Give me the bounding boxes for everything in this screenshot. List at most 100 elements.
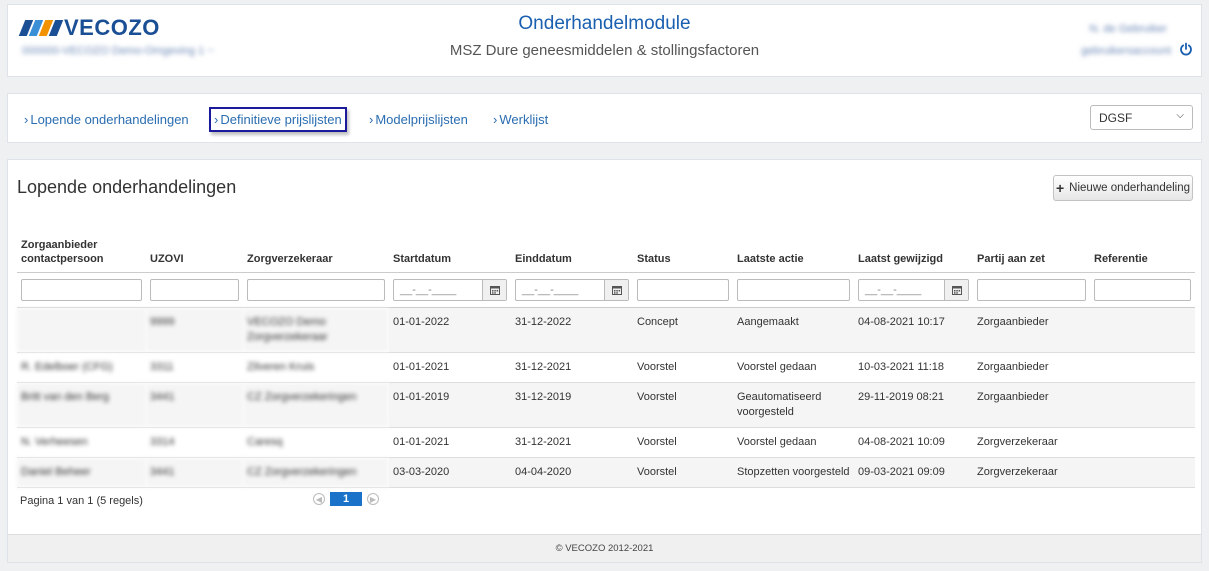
cell-einddatum: 31-12-2021 [511,352,633,383]
filter-einddatum-input[interactable]: __-__-____ [515,278,629,301]
cell-startdatum: 03-03-2020 [389,457,511,488]
filter-row: __-__-____ __-__-____ __-__-____ [17,272,1195,308]
table-row[interactable]: Daniel Beheer 3441 CZ Zorgverzekeringen … [17,457,1195,488]
chevron-right-icon: › [214,112,219,127]
cell-contactpersoon: Britt van den Berg [17,382,146,428]
col-header-einddatum[interactable]: Einddatum [511,230,633,273]
cell-zorgverzekeraar: Caresq [243,427,389,458]
cell-einddatum: 31-12-2019 [511,382,633,428]
cell-startdatum: 01-01-2021 [389,352,511,383]
col-header-partij-aan-zet[interactable]: Partij aan zet [973,230,1090,273]
cell-uzovi: 3441 [146,457,243,488]
col-header-status[interactable]: Status [633,230,733,273]
filter-zorgverzekeraar-input[interactable] [247,278,385,301]
col-header-contactpersoon[interactable]: Zorgaanbieder contactpersoon [17,230,146,273]
cell-uzovi: 9999 [146,307,243,353]
filter-laatst-gewijzigd-input[interactable]: __-__-____ [858,278,969,301]
cell-referentie [1090,352,1195,383]
cell-laatste-actie: Geautomatiseerd voorgesteld [733,382,854,428]
filter-laatste-actie-input[interactable] [737,278,850,301]
filter-startdatum-input[interactable]: __-__-____ [393,278,507,301]
filter-partij-input[interactable] [977,278,1086,301]
pagination: ◀ 1 ▶ [313,492,379,506]
cell-contactpersoon: R. Edelboer (CFG) [17,352,146,383]
cell-laatst-gewijzigd: 04-08-2021 10:17 [854,307,973,353]
new-negotiation-button[interactable]: + Nieuwe onderhandeling [1053,175,1193,201]
cell-status: Voorstel [633,457,733,488]
cell-laatst-gewijzigd: 04-08-2021 10:09 [854,427,973,458]
nav-werklijst[interactable]: › Werklijst [493,112,548,127]
col-header-laatst-gewijzigd[interactable]: Laatst gewijzigd [854,230,973,273]
filter-uzovi-input[interactable] [150,278,239,301]
cell-partij-aan-zet: Zorgaanbieder [973,307,1090,353]
footer: © VECOZO 2012-2021 [8,534,1201,562]
filter-referentie-input[interactable] [1094,278,1191,301]
calendar-icon[interactable] [604,279,628,300]
col-header-uzovi[interactable]: UZOVI [146,230,243,273]
table-row[interactable]: N. Verheesen 3314 Caresq 01-01-2021 31-1… [17,427,1195,458]
cell-uzovi: 3314 [146,427,243,458]
table-row[interactable]: 9999 VECOZO Demo Zorgverzekeraar 01-01-2… [17,307,1195,353]
chevron-right-icon: › [369,112,374,127]
col-header-referentie[interactable]: Referentie [1090,230,1195,273]
calendar-icon[interactable] [944,279,968,300]
cell-laatst-gewijzigd: 10-03-2021 11:18 [854,352,973,383]
previous-page-icon[interactable]: ◀ [313,493,325,505]
table-row[interactable]: R. Edelboer (CFG) 3311 Zilveren Kruis 01… [17,352,1195,383]
table-row[interactable]: Britt van den Berg 3441 CZ Zorgverzekeri… [17,382,1195,428]
cell-laatste-actie: Aangemaakt [733,307,854,353]
user-account: gebruikersaccount [1081,45,1171,57]
col-header-startdatum[interactable]: Startdatum [389,230,511,273]
page-title: Onderhandelmodule [518,13,691,34]
main-panel: Lopende onderhandelingen + Nieuwe onderh… [7,159,1202,563]
plus-icon: + [1055,180,1065,196]
cell-zorgverzekeraar: CZ Zorgverzekeringen [243,382,389,428]
section-title: Lopende onderhandelingen [17,177,237,197]
cell-zorgverzekeraar: VECOZO Demo Zorgverzekeraar [243,307,389,353]
user-name: N. de Gebruiker [1089,23,1167,35]
cell-uzovi: 3441 [146,382,243,428]
logout-power-icon[interactable] [1179,42,1193,56]
cell-zorgverzekeraar: Zilveren Kruis [243,352,389,383]
cell-einddatum: 31-12-2022 [511,307,633,353]
navigation-bar: › Lopende onderhandelingen › Definitieve p… [7,93,1202,143]
nav-definitieve-prijslijsten[interactable]: › Definitieve prijslijsten [209,107,347,132]
cell-laatst-gewijzigd: 09-03-2021 09:09 [854,457,973,488]
cell-status: Voorstel [633,427,733,458]
cell-contactpersoon: N. Verheesen [17,427,146,458]
filter-status-input[interactable] [637,278,729,301]
cell-referentie [1090,427,1195,458]
col-header-laatste-actie[interactable]: Laatste actie [733,230,854,273]
cell-partij-aan-zet: Zorgverzekeraar [973,457,1090,488]
cell-laatste-actie: Voorstel gedaan [733,427,854,458]
cell-status: Concept [633,307,733,353]
next-page-icon[interactable]: ▶ [367,493,379,505]
cell-startdatum: 01-01-2021 [389,427,511,458]
chevron-right-icon: › [24,112,29,127]
header-panel: VECOZO 000000-VECOZO Demo-Omgeving 1 ~ O… [7,4,1202,77]
pagination-summary: Pagina 1 van 1 (5 regels) [20,495,143,507]
page-subtitle: MSZ Dure geneesmiddelen & stollingsfacto… [449,42,760,59]
negotiations-table: Zorgaanbieder contactpersoon UZOVI Zorgv… [17,230,1195,488]
nav-lopende-onderhandelingen[interactable]: › Lopende onderhandelingen [24,112,189,127]
cell-startdatum: 01-01-2022 [389,307,511,353]
cell-laatst-gewijzigd: 29-11-2019 08:21 [854,382,973,428]
cell-zorgverzekeraar: CZ Zorgverzekeringen [243,457,389,488]
cell-laatste-actie: Voorstel gedaan [733,352,854,383]
cell-status: Voorstel [633,382,733,428]
cell-einddatum: 31-12-2021 [511,427,633,458]
page-number-button[interactable]: 1 [330,492,362,506]
cell-startdatum: 01-01-2019 [389,382,511,428]
calendar-icon[interactable] [482,279,506,300]
col-header-zorgverzekeraar[interactable]: Zorgverzekeraar [243,230,389,273]
product-select[interactable]: DGSF ⌵ [1090,105,1193,130]
chevron-right-icon: › [493,112,498,127]
nav-modelprijslijsten[interactable]: › Modelprijslijsten [369,112,468,127]
cell-uzovi: 3311 [146,352,243,383]
cell-einddatum: 04-04-2020 [511,457,633,488]
filter-contactpersoon-input[interactable] [21,278,142,301]
cell-referentie [1090,457,1195,488]
cell-contactpersoon: Daniel Beheer [17,457,146,488]
cell-referentie [1090,307,1195,353]
cell-partij-aan-zet: Zorgaanbieder [973,352,1090,383]
